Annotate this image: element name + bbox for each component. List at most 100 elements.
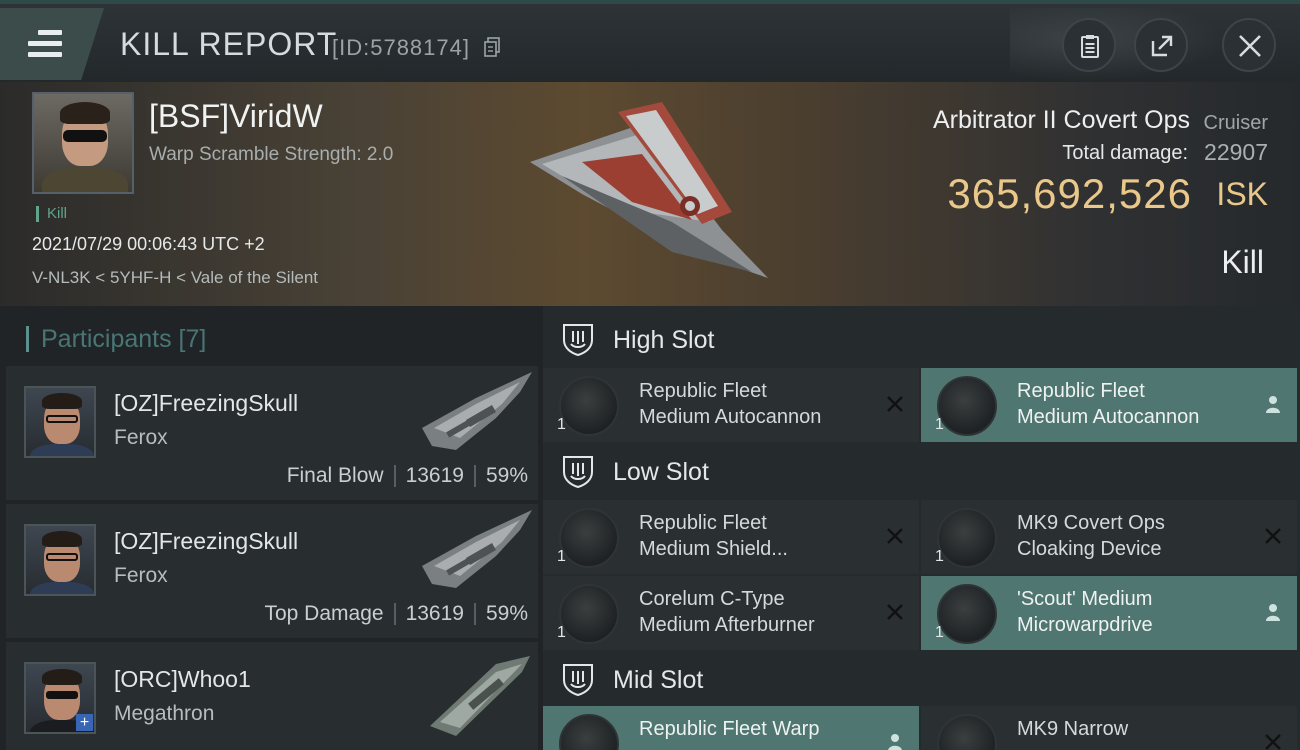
cloaking-device-icon (937, 508, 997, 568)
module-name-line2: Medium Autocannon (639, 406, 822, 428)
menu-icon (28, 30, 62, 58)
scanner-module-icon (937, 714, 997, 750)
microwarpdrive-icon (937, 584, 997, 644)
participant-damage: 13619 (405, 464, 464, 487)
high-slot-header: High Slot (543, 308, 1300, 370)
copy-icon[interactable] (484, 37, 500, 57)
destroyed-x-icon (887, 528, 903, 544)
module-quantity: 1 (557, 416, 566, 433)
shield-extender-icon (559, 508, 619, 568)
participant-ship-image (430, 656, 530, 736)
module-item[interactable]: 1 MK9 Covert Ops Cloaking Device (921, 500, 1297, 574)
participant-row[interactable]: + [ORC]Whoo1 Megathron (6, 642, 538, 750)
participant-avatar[interactable] (24, 524, 96, 596)
victim-name[interactable]: [BSF]ViridW (149, 98, 323, 135)
module-name: Republic Fleet (639, 512, 767, 534)
participant-avatar[interactable]: + (24, 662, 96, 734)
victim-banner: [BSF]ViridW Warp Scramble Strength: 2.0 … (0, 82, 1300, 306)
participant-ship-image (422, 372, 532, 450)
close-icon (1239, 35, 1261, 57)
participant-percent: 59% (485, 602, 528, 625)
warp-scramble-strength: Warp Scramble Strength: 2.0 (149, 144, 394, 165)
participant-ship: Ferox (114, 564, 168, 587)
mid-slot-label: Mid Slot (613, 666, 704, 694)
slot-shield-icon (563, 456, 593, 488)
participant-name: [OZ]FreezingSkull (114, 528, 299, 554)
total-damage-label: Total damage: (1062, 142, 1188, 164)
report-button[interactable] (1062, 18, 1116, 72)
participants-panel: Participants [7] [OZ]FreezingSkull Ferox… (0, 306, 543, 750)
destroyed-x-icon (1265, 734, 1281, 750)
module-quantity: 1 (935, 416, 944, 433)
fitting-panel: High Slot 1 Republic Fleet Medium Autoca… (543, 306, 1300, 750)
kill-datetime: 2021/07/29 00:06:43 UTC +2 (32, 234, 265, 254)
kill-location: V-NL3K < 5YHF-H < Vale of the Silent (32, 268, 318, 287)
module-quantity: 1 (935, 624, 944, 641)
module-item[interactable]: MK9 Narrow (921, 706, 1297, 750)
participants-header: Participants [7] (26, 326, 206, 352)
participant-avatar[interactable] (24, 386, 96, 458)
plus-icon: + (76, 714, 93, 731)
module-name-line2: Medium Shield... (639, 538, 788, 560)
low-slot-label: Low Slot (613, 458, 709, 486)
participant-name: [OZ]FreezingSkull (114, 390, 299, 416)
autocannon-icon (937, 376, 997, 436)
module-quantity: 1 (557, 548, 566, 565)
module-item[interactable]: 1 Republic Fleet Medium Shield... (543, 500, 919, 574)
module-name-line2: Cloaking Device (1017, 538, 1162, 560)
isk-unit: ISK (1216, 176, 1268, 212)
menu-button[interactable] (0, 8, 104, 80)
share-button[interactable] (1134, 18, 1188, 72)
participant-role: Final Blow (286, 464, 384, 487)
isk-value: 365,692,526 (947, 170, 1192, 217)
victim-portrait[interactable] (32, 92, 134, 194)
participant-stats: Top Damage 13619 59% (264, 602, 528, 626)
title-bar: KILL REPORT [ID:5788174] (0, 0, 1300, 88)
participant-name: [ORC]Whoo1 (114, 666, 251, 692)
victim-ship-class: Cruiser (1203, 112, 1268, 134)
participant-row[interactable]: [OZ]FreezingSkull Ferox Final Blow 13619… (6, 366, 538, 500)
share-icon (1151, 35, 1173, 57)
module-name: Republic Fleet (1017, 380, 1145, 402)
module-name: MK9 Covert Ops (1017, 512, 1165, 534)
warp-module-icon (559, 714, 619, 750)
participant-damage: 13619 (405, 602, 464, 625)
afterburner-icon (559, 584, 619, 644)
slot-shield-icon (563, 664, 593, 696)
participant-ship: Megathron (114, 702, 215, 725)
module-item[interactable]: 1 Corelum C-Type Medium Afterburner (543, 576, 919, 650)
close-button[interactable] (1222, 18, 1276, 72)
destroyed-x-icon (887, 604, 903, 620)
participant-ship: Ferox (114, 426, 168, 449)
dropped-person-icon (1266, 396, 1280, 413)
high-slot-label: High Slot (613, 326, 715, 354)
victim-ship-name[interactable]: Arbitrator II Covert Ops (933, 106, 1190, 135)
module-quantity: 1 (935, 548, 944, 565)
participant-ship-image (422, 510, 532, 588)
module-name-line2: Microwarpdrive (1017, 614, 1153, 636)
slot-shield-icon (563, 324, 593, 356)
result-label: Kill (1221, 244, 1264, 280)
participant-row[interactable]: [OZ]FreezingSkull Ferox Top Damage 13619… (6, 504, 538, 638)
module-item[interactable]: 1 Republic Fleet Medium Autocannon (543, 368, 919, 442)
clipboard-icon (1081, 35, 1099, 58)
low-slot-header: Low Slot (543, 440, 1300, 502)
participant-stats: Final Blow 13619 59% (287, 464, 528, 488)
mid-slot-header: Mid Slot (543, 648, 1300, 710)
report-id: [ID:5788174] (332, 35, 470, 60)
autocannon-icon (559, 376, 619, 436)
participant-percent: 59% (485, 464, 528, 487)
destroyed-x-icon (1265, 528, 1281, 544)
module-name: Corelum C-Type (639, 588, 785, 610)
module-name: Republic Fleet Warp (639, 718, 820, 740)
module-quantity: 1 (557, 624, 566, 641)
destroyed-x-icon (887, 396, 903, 412)
module-item[interactable]: Republic Fleet Warp (543, 706, 919, 750)
dropped-person-icon (1266, 604, 1280, 621)
module-item[interactable]: 1 Republic Fleet Medium Autocannon (921, 368, 1297, 442)
background-decoration (1010, 8, 1250, 88)
module-name-line2: Medium Autocannon (1017, 406, 1200, 428)
total-damage-value: 22907 (1204, 139, 1268, 165)
module-name: Republic Fleet (639, 380, 767, 402)
module-item[interactable]: 1 'Scout' Medium Microwarpdrive (921, 576, 1297, 650)
